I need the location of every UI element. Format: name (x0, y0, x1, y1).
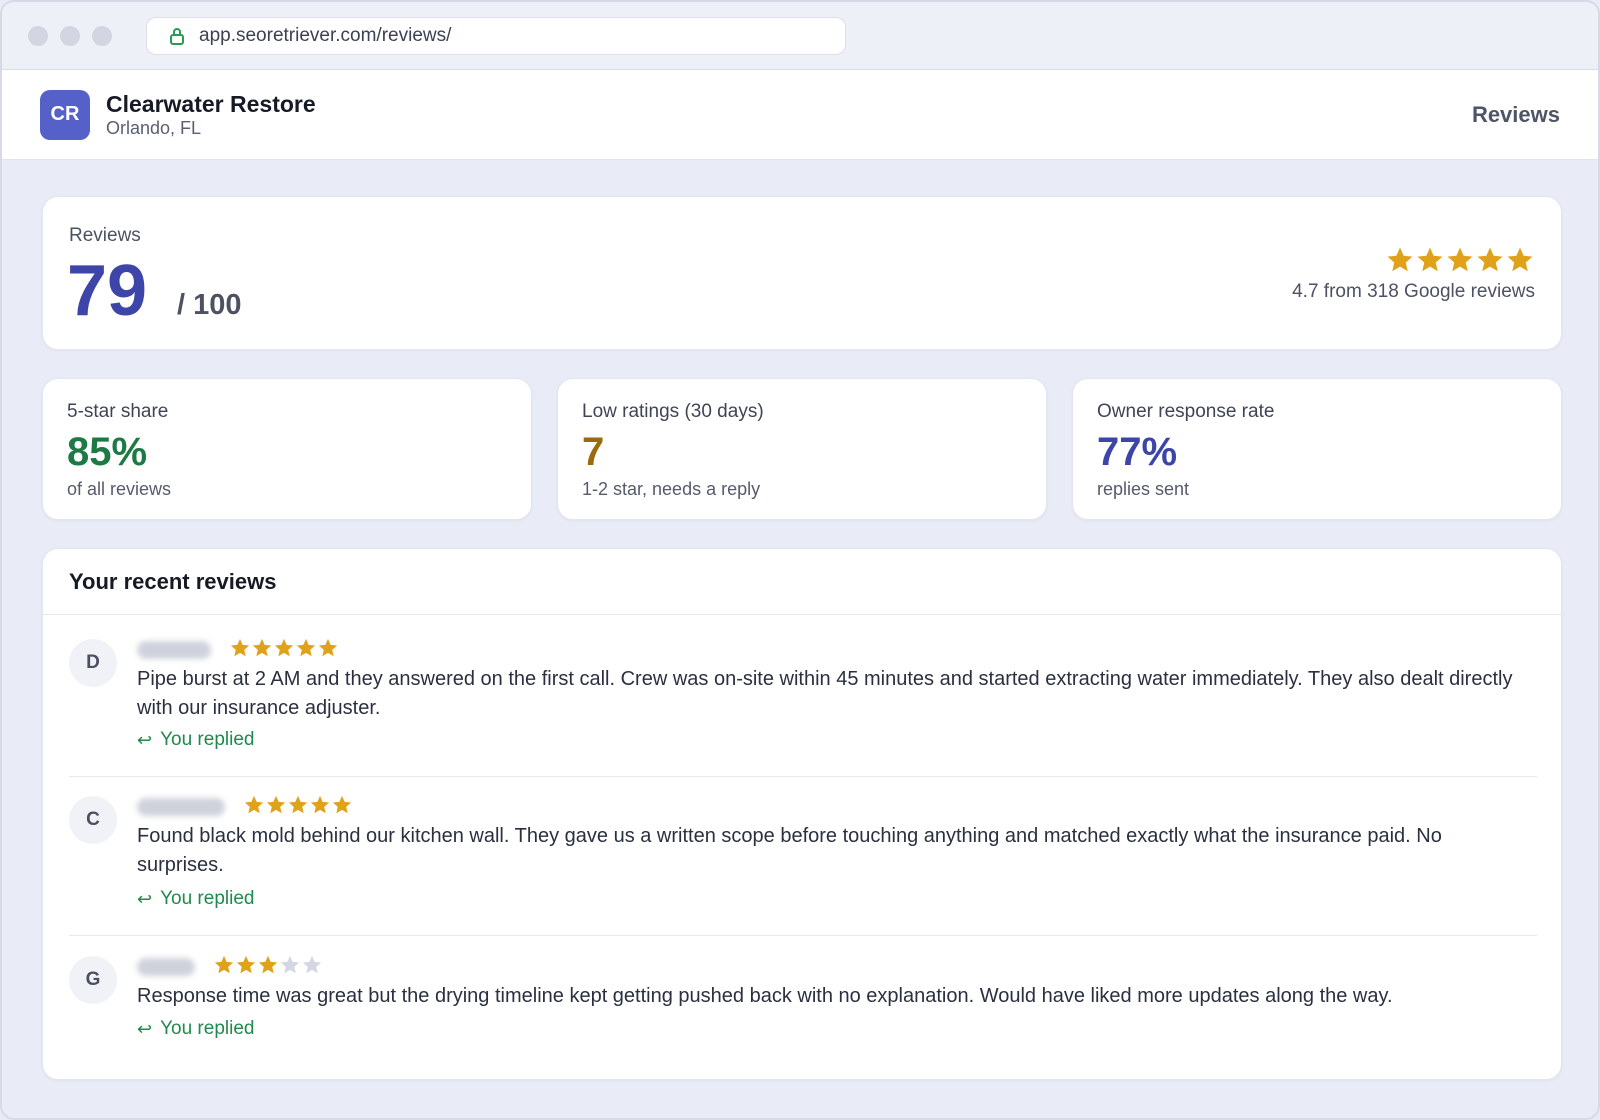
stat-label: Low ratings (30 days) (582, 401, 764, 422)
replied-label: You replied (160, 1018, 255, 1039)
reply-arrow-icon: ↩ (137, 888, 153, 909)
replied-label: You replied (160, 729, 255, 750)
star-filled-icon (274, 638, 294, 656)
star-filled-icon (266, 795, 286, 813)
review-header (137, 954, 323, 980)
app-header: CR Clearwater Restore Orlando, FL Review… (2, 70, 1598, 160)
star-filled-icon (1417, 247, 1443, 272)
star-filled-icon (332, 795, 352, 813)
star-filled-icon (236, 955, 256, 973)
replied-status[interactable]: ↩ You replied (137, 888, 254, 910)
review-stars (243, 794, 353, 821)
window-minimize-dot[interactable] (60, 25, 80, 46)
nav-reviews-link[interactable]: Reviews (1472, 102, 1560, 128)
reviewer-avatar: C (69, 796, 117, 844)
reviewer-avatar: D (69, 639, 117, 687)
score-label: Reviews (69, 225, 141, 246)
url-text: app.seoretriever.com/reviews/ (199, 24, 452, 46)
star-empty-icon (280, 955, 300, 973)
stat-sub: of all reviews (67, 479, 172, 499)
business-info: Clearwater Restore Orlando, FL (106, 91, 316, 139)
browser-chrome: app.seoretriever.com/reviews/ (2, 2, 1598, 70)
business-name: Clearwater Restore (106, 90, 316, 117)
stat-value: 7 (582, 430, 605, 474)
review-item[interactable]: D Pipe burst at 2 AM and they answered o… (69, 637, 1537, 755)
reviewer-name-blurred (137, 958, 195, 976)
reply-arrow-icon: ↩ (137, 1018, 153, 1039)
business-logo: CR (40, 89, 90, 140)
star-filled-icon (244, 795, 264, 813)
rating-stars (1385, 245, 1535, 280)
recent-reviews-card: Your recent reviews D Pipe burst at 2 AM… (42, 548, 1562, 1080)
star-empty-icon (302, 955, 322, 973)
stat-card-response-rate: Owner response rate 77% replies sent (1072, 378, 1562, 520)
score-value: 79 (67, 251, 148, 331)
lock-icon (169, 27, 185, 45)
replied-status[interactable]: ↩ You replied (137, 729, 254, 751)
review-header (137, 794, 353, 820)
review-stars (213, 954, 323, 981)
review-divider (69, 935, 1537, 936)
replied-status[interactable]: ↩ You replied (137, 1018, 254, 1040)
stat-label: Owner response rate (1097, 401, 1275, 422)
stat-card-five-star: 5-star share 85% of all reviews (42, 378, 532, 520)
window-close-dot[interactable] (28, 25, 48, 46)
reviewer-name-blurred (137, 641, 211, 659)
stat-sub: 1-2 star, needs a reply (582, 479, 761, 499)
reviewer-avatar: G (69, 956, 117, 1004)
star-filled-icon (1477, 247, 1503, 272)
review-score-card: Reviews 79 / 100 4.7 from 318 Google rev… (42, 196, 1562, 350)
review-divider (69, 776, 1537, 777)
reply-arrow-icon: ↩ (137, 729, 153, 750)
window-maximize-dot[interactable] (92, 25, 112, 46)
browser-window: app.seoretriever.com/reviews/ CR Clearwa… (0, 0, 1600, 1120)
reviewer-name-blurred (137, 798, 225, 816)
recent-reviews-title: Your recent reviews (43, 549, 1561, 615)
star-filled-icon (310, 795, 330, 813)
star-filled-icon (252, 638, 272, 656)
review-text: Found black mold behind our kitchen wall… (137, 825, 1442, 876)
star-filled-icon (296, 638, 316, 656)
star-filled-icon (214, 955, 234, 973)
stat-sub: replies sent (1097, 479, 1190, 499)
rating-summary: 4.7 from 318 Google reviews (1292, 281, 1535, 302)
stat-value: 77% (1097, 430, 1178, 474)
star-filled-icon (1447, 247, 1473, 272)
review-text: Response time was great but the drying t… (137, 985, 1393, 1007)
star-filled-icon (230, 638, 250, 656)
stat-label: 5-star share (67, 401, 169, 422)
review-item[interactable]: G Response time was great but the drying… (69, 954, 1537, 1054)
star-filled-icon (1507, 247, 1533, 272)
address-bar[interactable]: app.seoretriever.com/reviews/ (146, 16, 846, 55)
review-text: Pipe burst at 2 AM and they answered on … (137, 668, 1513, 719)
stat-value: 85% (67, 430, 148, 474)
star-filled-icon (288, 795, 308, 813)
star-filled-icon (258, 955, 278, 973)
business-location: Orlando, FL (106, 117, 202, 138)
score-max: / 100 (177, 289, 242, 321)
review-stars (229, 637, 339, 664)
stat-card-low-ratings: Low ratings (30 days) 7 1-2 star, needs … (557, 378, 1047, 520)
star-filled-icon (318, 638, 338, 656)
star-filled-icon (1387, 247, 1413, 272)
review-item[interactable]: C Found black mold behind our kitchen wa… (69, 794, 1537, 914)
replied-label: You replied (160, 888, 255, 909)
review-header (137, 637, 339, 663)
